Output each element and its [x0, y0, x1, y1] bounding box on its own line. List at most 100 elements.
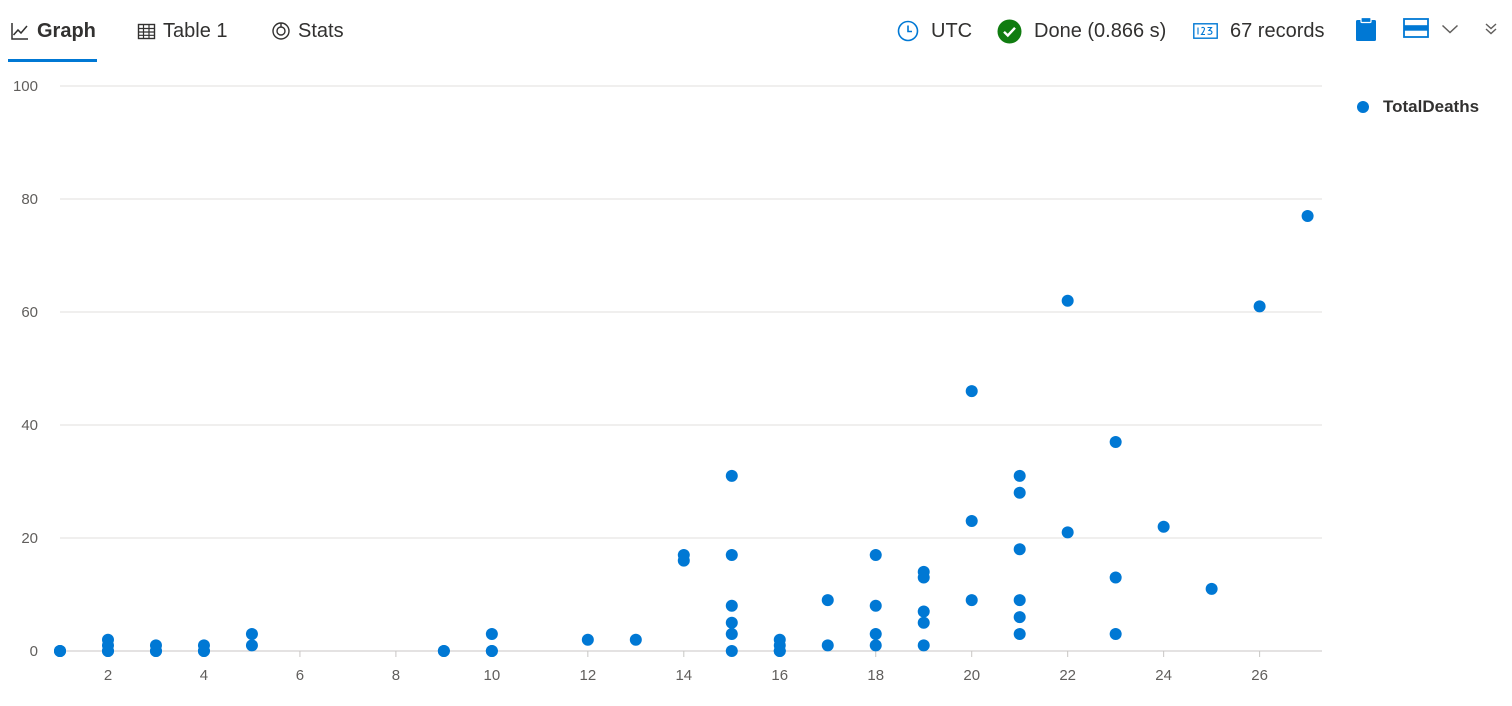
data-point[interactable] [1013, 628, 1026, 641]
data-point[interactable] [917, 571, 930, 584]
y-tick-label: 20 [21, 530, 38, 547]
data-point[interactable] [101, 645, 114, 657]
data-point[interactable] [1157, 520, 1170, 533]
timezone-status[interactable]: UTC [897, 16, 972, 46]
x-tick-label: 26 [1251, 667, 1268, 684]
data-point[interactable] [1013, 486, 1026, 499]
chart-legend[interactable]: TotalDeaths [1357, 96, 1479, 118]
clipboard-icon [1355, 16, 1377, 47]
legend-label: TotalDeaths [1383, 97, 1480, 116]
double-chevron-down-icon [1484, 21, 1498, 42]
data-point[interactable] [1109, 571, 1122, 584]
y-tick-label: 100 [13, 78, 38, 95]
visual-layout-button[interactable] [1403, 17, 1429, 43]
tab-graph[interactable]: Graph [10, 16, 96, 46]
tab-stats[interactable]: Stats [271, 16, 344, 46]
y-tick-label: 80 [21, 191, 38, 208]
data-points [54, 209, 1314, 657]
data-point[interactable] [965, 515, 978, 528]
check-circle-icon [997, 19, 1022, 44]
timezone-label: UTC [931, 19, 973, 42]
data-point[interactable] [1013, 543, 1026, 556]
layout-dropdown-button[interactable] [1439, 21, 1461, 41]
data-point[interactable] [149, 645, 162, 657]
data-point[interactable] [629, 633, 642, 646]
x-tick-label: 18 [867, 667, 884, 684]
data-point[interactable] [725, 469, 738, 482]
active-tab-indicator [8, 59, 97, 62]
query-results-pane: Graph Table 1 Stats UTC Done (0.866 s) 6… [0, 0, 1512, 706]
x-tick-label: 14 [675, 667, 692, 684]
query-status: Done (0.866 s) [997, 16, 1166, 46]
x-tick-label: 6 [296, 667, 304, 684]
scatter-chart: 0 20 40 60 80 100 2 4 6 8 10 12 14 16 18 20 22 24 26 [0, 64, 1512, 706]
data-point[interactable] [773, 645, 786, 657]
data-point[interactable] [869, 639, 882, 652]
data-point[interactable] [1013, 469, 1026, 482]
x-tick-label: 24 [1155, 667, 1172, 684]
records-count: 67 records [1193, 16, 1325, 46]
table-icon [137, 22, 156, 41]
data-point[interactable] [1205, 582, 1218, 595]
x-tick-label: 16 [771, 667, 788, 684]
collapse-panel-button[interactable] [1482, 20, 1500, 42]
data-point[interactable] [725, 645, 738, 657]
data-point[interactable] [869, 548, 882, 561]
copy-to-clipboard-button[interactable] [1354, 16, 1378, 47]
data-point[interactable] [821, 594, 834, 607]
card-layout-icon [1403, 17, 1429, 43]
data-point[interactable] [725, 616, 738, 629]
data-point[interactable] [917, 616, 930, 629]
gridlines [60, 85, 1322, 652]
data-point[interactable] [965, 594, 978, 607]
data-point[interactable] [1013, 611, 1026, 624]
data-point[interactable] [437, 645, 450, 657]
x-tick-label: 10 [484, 667, 501, 684]
data-point[interactable] [1061, 294, 1074, 307]
chevron-down-icon [1441, 22, 1459, 40]
x-tick-label: 2 [104, 667, 112, 684]
data-point[interactable] [869, 599, 882, 612]
x-tick-label: 8 [392, 667, 400, 684]
data-point[interactable] [54, 645, 66, 657]
y-tick-label: 60 [21, 304, 38, 321]
data-point[interactable] [1013, 594, 1026, 607]
tab-label: Graph [37, 19, 96, 42]
data-point[interactable] [245, 628, 258, 641]
stats-icon [271, 21, 291, 41]
data-point[interactable] [677, 554, 690, 567]
number-icon [1193, 23, 1218, 39]
x-axis-ticks: 2 4 6 8 10 12 14 16 18 20 22 24 26 [104, 651, 1268, 684]
data-point[interactable] [1253, 300, 1266, 313]
tab-label: Stats [298, 19, 344, 42]
data-point[interactable] [245, 639, 258, 652]
chart-canvas: 020406080100 2 4 6 8 10 12 14 16 18 20 22 24 26 [13, 78, 1322, 684]
clock-icon [897, 20, 919, 42]
data-point[interactable] [1109, 628, 1122, 641]
data-point[interactable] [1109, 435, 1122, 448]
x-tick-label: 22 [1059, 667, 1076, 684]
tab-label: Table 1 [163, 19, 228, 42]
data-point[interactable] [725, 599, 738, 612]
line-chart-icon [10, 21, 30, 41]
data-point[interactable] [581, 633, 594, 646]
done-label: Done (0.866 s) [1034, 19, 1167, 42]
data-point[interactable] [725, 548, 738, 561]
tab-table-1[interactable]: Table 1 [137, 16, 228, 46]
legend-marker [1357, 101, 1369, 113]
data-point[interactable] [821, 639, 834, 652]
data-point[interactable] [725, 628, 738, 641]
y-tick-label: 40 [21, 417, 38, 434]
x-tick-label: 4 [200, 667, 208, 684]
data-point[interactable] [965, 385, 978, 398]
results-toolbar: Graph Table 1 Stats UTC Done (0.866 s) 6… [0, 0, 1512, 64]
data-point[interactable] [197, 645, 210, 657]
data-point[interactable] [917, 605, 930, 618]
data-point[interactable] [485, 645, 498, 657]
data-point[interactable] [869, 628, 882, 641]
data-point[interactable] [1301, 209, 1314, 222]
data-point[interactable] [917, 639, 930, 652]
x-tick-label: 20 [963, 667, 980, 684]
data-point[interactable] [485, 628, 498, 641]
data-point[interactable] [1061, 526, 1074, 539]
